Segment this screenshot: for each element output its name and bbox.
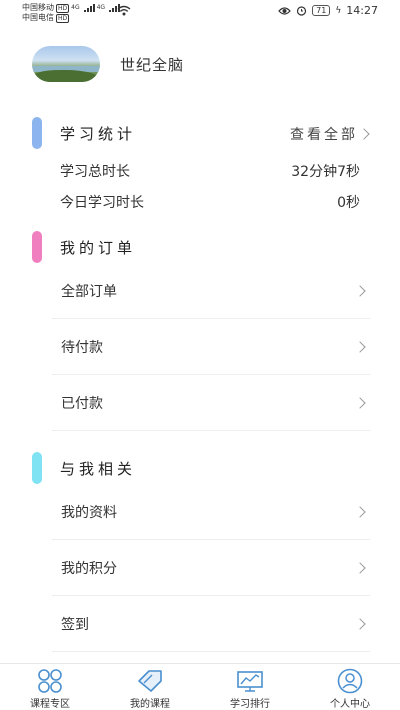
total-study-time-label: 学习总时长: [60, 164, 130, 180]
section-accent-bar: [32, 231, 42, 263]
menu-item-pending-payment[interactable]: 待付款: [52, 319, 370, 375]
bottom-tab-bar: 课程专区 我的课程 学习排行 个人中心: [0, 663, 400, 710]
chevron-right-icon: [358, 128, 370, 140]
menu-item-label: 我的积分: [61, 560, 117, 577]
total-study-time-row: 学习总时长 32分钟7秒: [60, 161, 360, 181]
clock: 14:27: [346, 4, 378, 17]
tag-icon: [136, 668, 164, 694]
eye-comfort-icon: [278, 6, 291, 15]
chevron-right-icon: [354, 340, 366, 353]
related-title: 与我相关: [60, 459, 137, 478]
tab-label: 个人中心: [330, 699, 370, 710]
status-bar: 中国移动 HD 4G 4G 中国电信 HD 71 ϟ 14:27: [0, 0, 400, 26]
total-study-time-value: 32分钟7秒: [291, 164, 360, 180]
menu-item-my-points[interactable]: 我的积分: [52, 540, 370, 596]
section-accent-bar: [32, 117, 42, 149]
today-study-time-label: 今日学习时长: [60, 195, 144, 211]
chevron-right-icon: [354, 396, 366, 409]
menu-item-label: 签到: [61, 616, 89, 633]
menu-item-check-in[interactable]: 签到: [52, 596, 370, 652]
clover-icon: [36, 668, 64, 694]
battery-icon: 71: [312, 5, 331, 16]
tab-label: 学习排行: [230, 699, 270, 710]
chevron-right-icon: [354, 617, 366, 630]
chevron-right-icon: [354, 284, 366, 297]
tab-my-courses[interactable]: 我的课程: [100, 664, 200, 710]
hd-badge: HD: [56, 3, 70, 13]
tab-course-zone[interactable]: 课程专区: [0, 664, 100, 710]
orders-header: 我的订单: [32, 230, 372, 264]
wifi-icon: [117, 5, 131, 16]
chevron-right-icon: [354, 561, 366, 574]
username: 世纪全脑: [120, 55, 185, 74]
carrier-name-2: 中国电信: [22, 13, 54, 22]
menu-item-paid[interactable]: 已付款: [52, 375, 370, 431]
tab-label: 课程专区: [30, 699, 70, 710]
status-right: 71 ϟ 14:27: [278, 4, 378, 17]
network-type-label: 4G: [71, 4, 80, 11]
view-all-label: 查看全部: [290, 127, 358, 143]
tab-label: 我的课程: [130, 699, 170, 710]
carrier-info: 中国移动 HD 4G 4G 中国电信 HD: [22, 3, 121, 23]
menu-item-label: 已付款: [61, 395, 103, 412]
tab-personal-center[interactable]: 个人中心: [300, 664, 400, 710]
view-all-link[interactable]: 查看全部: [290, 124, 370, 144]
related-header: 与我相关: [32, 451, 372, 485]
today-study-time-row: 今日学习时长 0秒: [60, 192, 360, 212]
menu-item-label: 全部订单: [61, 283, 117, 300]
today-study-time-value: 0秒: [337, 195, 360, 211]
section-accent-bar: [32, 452, 42, 484]
charging-icon: ϟ: [335, 5, 342, 16]
tab-study-ranking[interactable]: 学习排行: [200, 664, 300, 710]
orders-title: 我的订单: [60, 238, 137, 257]
network-type-label-2: 4G: [96, 4, 106, 11]
menu-item-label: 我的资料: [61, 504, 117, 521]
carrier-name-1: 中国移动: [22, 3, 54, 12]
menu-item-my-profile[interactable]: 我的资料: [52, 484, 370, 540]
study-stats-header: 学习统计 查看全部: [32, 116, 372, 150]
avatar[interactable]: [32, 46, 100, 82]
user-icon: [336, 668, 364, 694]
chevron-right-icon: [354, 505, 366, 518]
hd-badge-2: HD: [56, 13, 70, 23]
profile-header[interactable]: 世纪全脑: [32, 46, 184, 82]
alarm-icon: [297, 6, 307, 16]
signal-icon: [83, 4, 95, 12]
menu-item-all-orders[interactable]: 全部订单: [52, 263, 370, 319]
menu-item-label: 待付款: [61, 339, 103, 356]
study-stats-title: 学习统计: [60, 124, 137, 143]
chart-board-icon: [236, 668, 264, 694]
